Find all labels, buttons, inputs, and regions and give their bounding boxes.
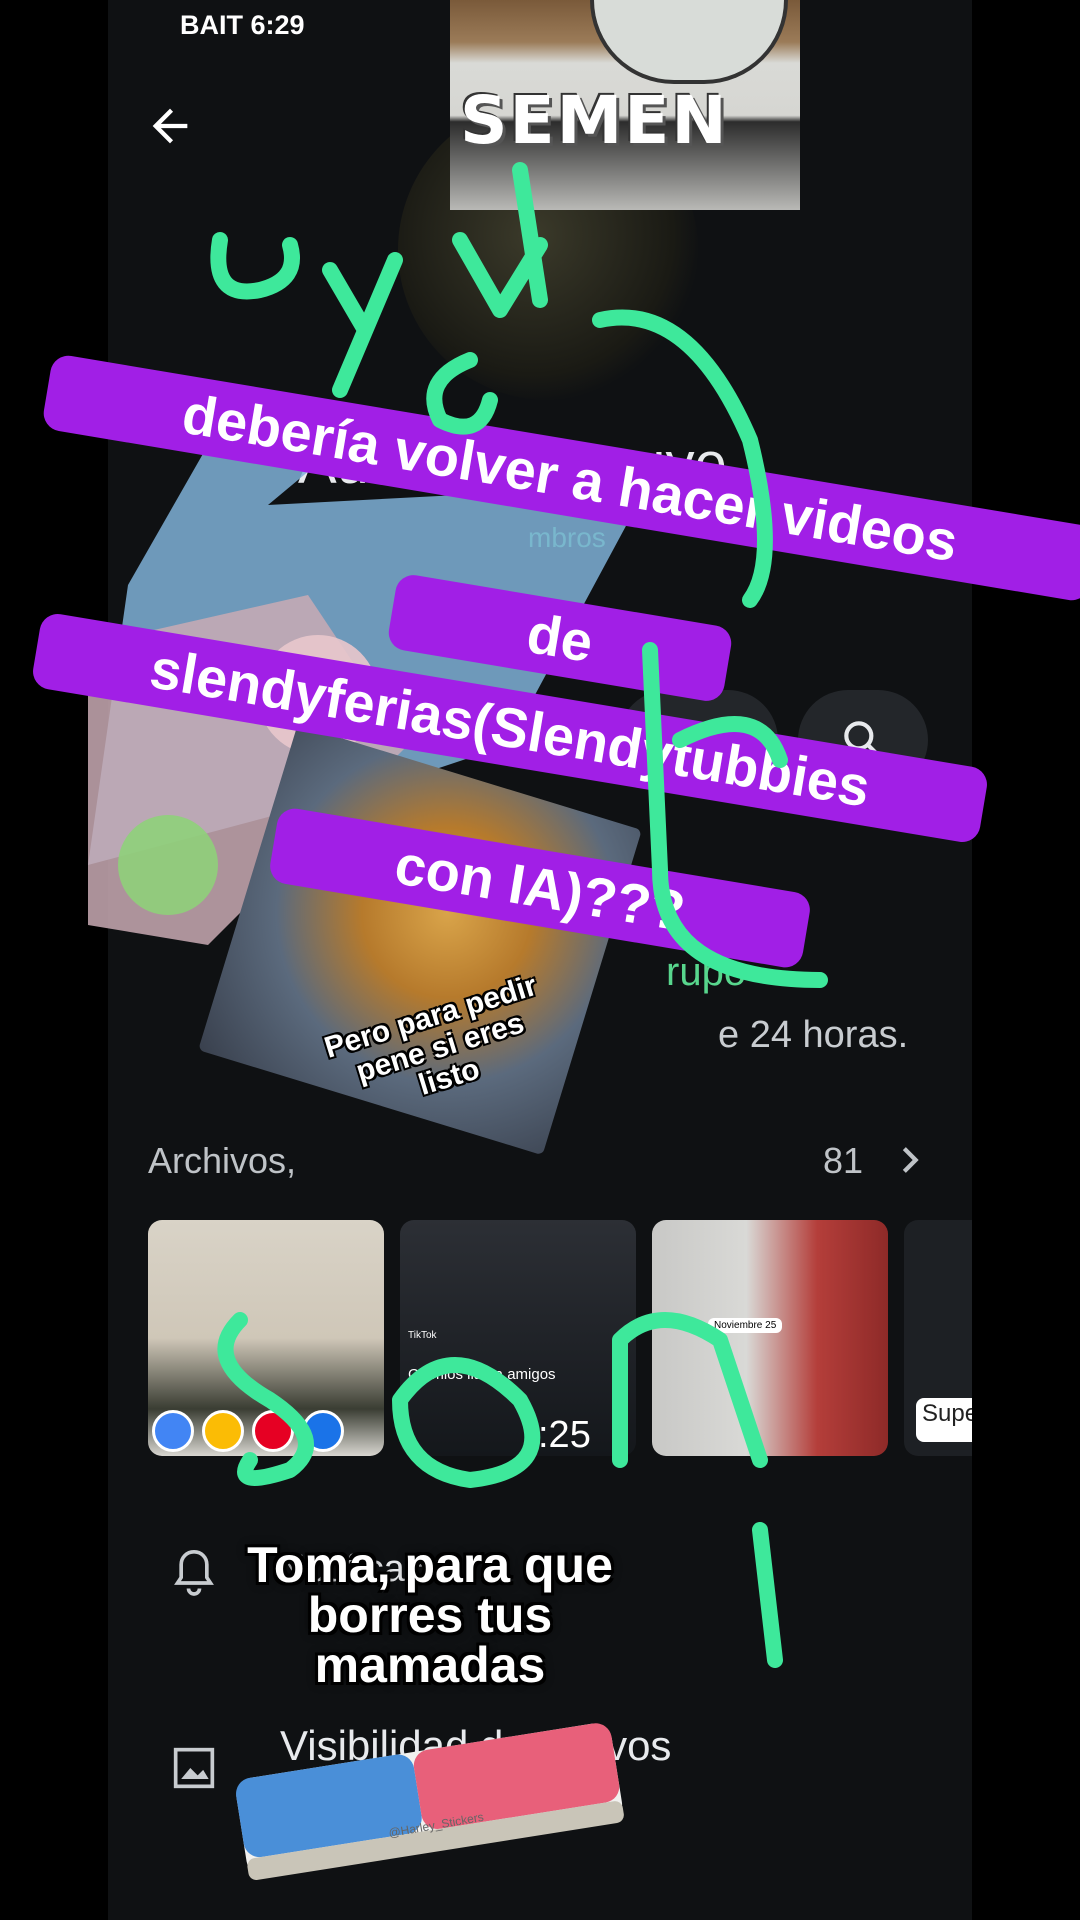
back-arrow-icon[interactable]	[144, 100, 196, 152]
sonic-sign-text: SEMEN	[460, 82, 729, 159]
photos-icon	[202, 1410, 244, 1452]
chevron-right-icon[interactable]	[893, 1143, 927, 1177]
media-count[interactable]: 81	[823, 1140, 863, 1182]
status-bar: BAIT 6:29	[180, 10, 305, 40]
media-section-title[interactable]: Archivos,	[148, 1140, 296, 1182]
thumbnail-label: Noviembre 25	[708, 1318, 783, 1333]
eraser-caption: Toma, para que borres tus mamadas	[247, 1537, 613, 1693]
sticker-chip: Supe	[916, 1398, 972, 1442]
video-duration: :25	[538, 1414, 591, 1456]
image-icon	[173, 1747, 215, 1789]
drive-icon	[302, 1410, 344, 1452]
google-icon	[152, 1410, 194, 1452]
share-app-icons	[152, 1410, 344, 1462]
video-caption: Co mios llama amigos	[408, 1366, 556, 1383]
media-thumbnail[interactable]	[652, 1220, 888, 1456]
disappearing-messages-text: e 24 horas.	[718, 1014, 909, 1056]
pinterest-icon	[252, 1410, 294, 1452]
tiktok-watermark: TikTok	[408, 1330, 437, 1341]
